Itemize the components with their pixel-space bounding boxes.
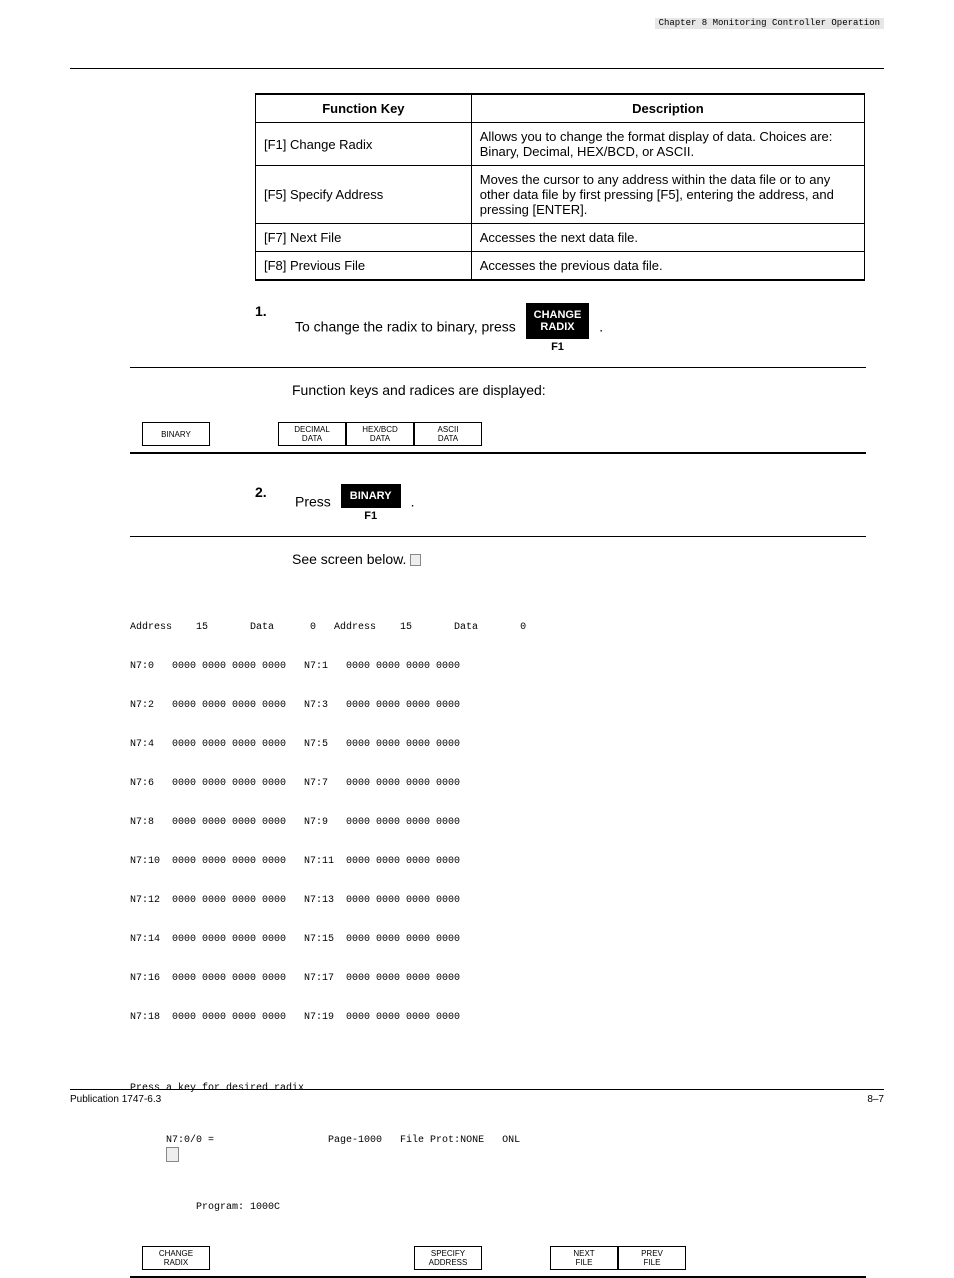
- binary-display: Address 15 Data 0 Address 15 Data 0 N7:0…: [130, 595, 884, 1240]
- binary-line: N7:4 0000 0000 0000 0000 N7:5 0000 0000 …: [130, 738, 884, 751]
- fkey-specify-address: SPECIFYADDRESS: [414, 1246, 482, 1270]
- th-description: Description: [471, 94, 864, 123]
- fkey-empty: [482, 1246, 550, 1270]
- binary-line: N7:14 0000 0000 0000 0000 N7:15 0000 000…: [130, 933, 884, 946]
- cell-fkey: [F5] Specify Address: [256, 166, 472, 224]
- fkey-ascii: ASCIIDATA: [414, 422, 482, 446]
- binary-line: N7:8 0000 0000 0000 0000 N7:9 0000 0000 …: [130, 816, 884, 829]
- cell-desc: Accesses the next data file.: [471, 224, 864, 252]
- binary-line: N7:2 0000 0000 0000 0000 N7:3 0000 0000 …: [130, 699, 884, 712]
- binary-status: N7:0/0 = Page-1000 File Prot:NONE ONL: [130, 1121, 884, 1175]
- fkey-empty: [210, 1246, 278, 1270]
- binary-line: N7:0 0000 0000 0000 0000 N7:1 0000 0000 …: [130, 660, 884, 673]
- binary-line: N7:6 0000 0000 0000 0000 N7:7 0000 0000 …: [130, 777, 884, 790]
- rule: [130, 367, 866, 368]
- step-pre: Press: [295, 494, 335, 510]
- step-post: .: [411, 494, 415, 510]
- fkey-binary: BINARY: [142, 422, 210, 446]
- step-text: To change the radix to binary, press CHA…: [295, 303, 884, 353]
- fkey-change-radix: CHANGERADIX: [142, 1246, 210, 1270]
- binary-line: N7:12 0000 0000 0000 0000 N7:13 0000 000…: [130, 894, 884, 907]
- binary-line: N7:10 0000 0000 0000 0000 N7:11 0000 000…: [130, 855, 884, 868]
- fkey-row-main: CHANGERADIX SPECIFYADDRESS NEXTFILE PREV…: [142, 1246, 884, 1270]
- binary-line: N7:18 0000 0000 0000 0000 N7:19 0000 000…: [130, 1011, 884, 1024]
- cursor-block-icon: [166, 1147, 179, 1162]
- table-row: [F5] Specify Address Moves the cursor to…: [256, 166, 865, 224]
- step-post: .: [599, 319, 603, 335]
- document-page: Chapter 8 Monitoring Controller Operatio…: [0, 0, 954, 1145]
- fkey-prev-file: PREVFILE: [618, 1246, 686, 1270]
- fkey-decimal: DECIMALDATA: [278, 422, 346, 446]
- fkey-empty: [210, 422, 278, 446]
- table-header-row: Function Key Description: [256, 94, 865, 123]
- table-row: [F1] Change Radix Allows you to change t…: [256, 123, 865, 166]
- page-footer: Publication 1747-6.3 8–7: [70, 1089, 884, 1105]
- cell-desc: Allows you to change the format display …: [471, 123, 864, 166]
- step-number: 2.: [255, 484, 289, 500]
- cell-fkey: [F7] Next File: [256, 224, 472, 252]
- cursor-block-icon: [410, 554, 421, 566]
- binary-line: N7:16 0000 0000 0000 0000 N7:17 0000 000…: [130, 972, 884, 985]
- rule-heavy: [130, 452, 866, 454]
- rule-top: [70, 68, 884, 69]
- binary-header: Address 15 Data 0 Address 15 Data 0: [130, 621, 884, 634]
- th-function-key: Function Key: [256, 94, 472, 123]
- fkey-empty: [346, 1246, 414, 1270]
- rule: [130, 536, 866, 537]
- step1-note: Function keys and radices are displayed:: [292, 382, 884, 398]
- cell-desc: Accesses the previous data file.: [471, 252, 864, 281]
- cell-fkey: [F1] Change Radix: [256, 123, 472, 166]
- cell-fkey: [F8] Previous File: [256, 252, 472, 281]
- chapter-header: Chapter 8 Monitoring Controller Operatio…: [655, 18, 884, 29]
- page-number: 8–7: [867, 1094, 884, 1105]
- step-number: 1.: [255, 303, 289, 319]
- fkey-empty: [278, 1246, 346, 1270]
- step-2: 2. Press BINARY F1 .: [255, 484, 884, 522]
- step-1: 1. To change the radix to binary, press …: [255, 303, 884, 353]
- table-row: [F7] Next File Accesses the next data fi…: [256, 224, 865, 252]
- table-row: [F8] Previous File Accesses the previous…: [256, 252, 865, 281]
- fkey-hexbcd: HEX/BCDDATA: [346, 422, 414, 446]
- footer-rule: [70, 1089, 884, 1090]
- function-key-table: Function Key Description [F1] Change Rad…: [255, 93, 865, 281]
- step-text: Press BINARY F1 .: [295, 484, 884, 522]
- fkey-next-file: NEXTFILE: [550, 1246, 618, 1270]
- binary-key: BINARY F1: [341, 484, 401, 522]
- binary-status: Program: 1000C: [130, 1201, 884, 1214]
- step2-note: See screen below.: [292, 551, 884, 567]
- cell-desc: Moves the cursor to any address within t…: [471, 166, 864, 224]
- change-radix-key: CHANGE RADIX F1: [526, 303, 590, 353]
- fkey-row-radix: BINARY DECIMALDATA HEX/BCDDATA ASCIIDATA: [142, 422, 884, 446]
- step-pre: To change the radix to binary, press: [295, 319, 520, 335]
- publication-id: Publication 1747-6.3: [70, 1094, 161, 1105]
